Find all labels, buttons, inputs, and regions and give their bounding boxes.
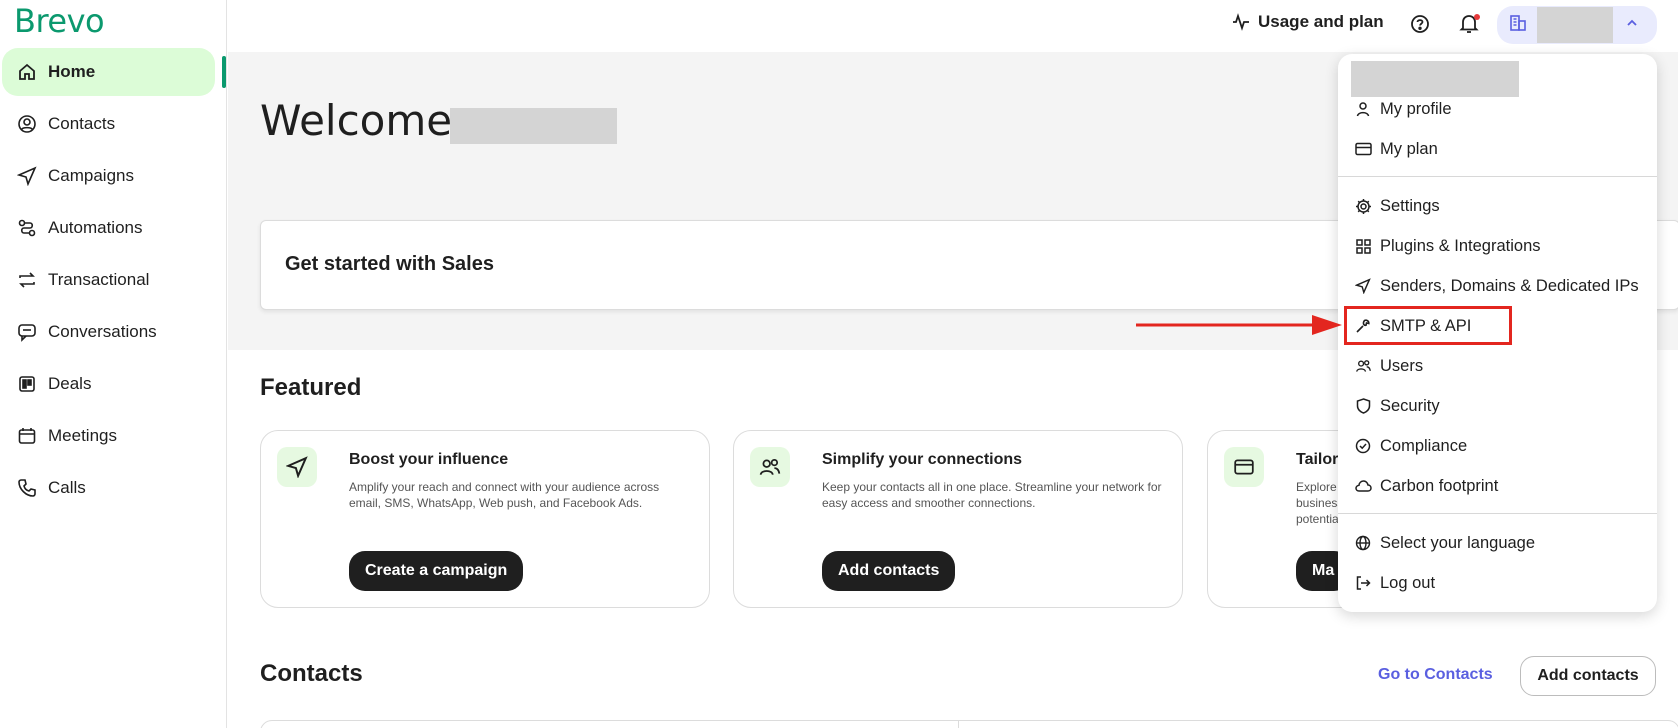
menu-item-settings[interactable]: Settings — [1354, 189, 1440, 223]
card-icon — [1224, 447, 1264, 487]
cloud-icon — [1354, 477, 1372, 495]
active-indicator — [222, 56, 226, 88]
repeat-icon — [16, 269, 38, 291]
menu-item-label: Security — [1380, 396, 1440, 415]
create-campaign-button[interactable]: Create a campaign — [349, 551, 524, 591]
sidebar-nav: Home Contacts Campaigns Automations Tran… — [0, 48, 227, 516]
featured-card-title: Tailor — [1296, 451, 1339, 468]
building-icon — [1509, 14, 1527, 37]
grid-icon — [1354, 237, 1372, 255]
contacts-heading: Contacts — [260, 660, 363, 687]
activity-icon — [1233, 13, 1249, 31]
menu-item-label: Senders, Domains & Dedicated IPs — [1380, 276, 1639, 295]
sidebar-item-meetings[interactable]: Meetings — [2, 412, 215, 460]
menu-item-plugins-integrations[interactable]: Plugins & Integrations — [1354, 229, 1541, 263]
calendar-icon — [16, 425, 38, 447]
menu-item-log-out[interactable]: Log out — [1354, 566, 1435, 600]
user-name-redacted — [450, 108, 617, 144]
menu-item-compliance[interactable]: Compliance — [1354, 429, 1467, 463]
menu-item-label: Log out — [1380, 573, 1436, 592]
sidebar-item-label: Calls — [48, 478, 86, 497]
shield-icon — [1354, 397, 1372, 415]
menu-item-label: Carbon footprint — [1380, 476, 1499, 495]
sidebar-item-label: Contacts — [48, 114, 116, 133]
chevron-up-icon — [1625, 16, 1639, 35]
send-icon — [277, 447, 317, 487]
menu-item-security[interactable]: Security — [1354, 389, 1440, 423]
send-icon — [1354, 277, 1372, 295]
contacts-card — [260, 720, 1678, 728]
menu-item-label: Settings — [1380, 196, 1440, 215]
phone-icon — [16, 477, 38, 499]
menu-item-label: Users — [1380, 356, 1424, 375]
users-icon — [750, 447, 790, 487]
globe-icon — [1354, 534, 1372, 552]
users-icon — [1354, 357, 1372, 375]
account-name-redacted — [1537, 7, 1613, 43]
sidebar-item-contacts[interactable]: Contacts — [2, 100, 215, 148]
user-icon — [1354, 100, 1372, 118]
add-contacts-button[interactable]: Add contacts — [822, 551, 956, 591]
menu-item-language[interactable]: Select your language — [1354, 526, 1535, 560]
sidebar-item-conversations[interactable]: Conversations — [2, 308, 215, 356]
sidebar-item-deals[interactable]: Deals — [2, 360, 215, 408]
menu-item-carbon-footprint[interactable]: Carbon footprint — [1354, 469, 1498, 503]
annotation-arrow-icon — [1136, 315, 1342, 335]
featured-card-campaign: Boost your influence Amplify your reach … — [260, 430, 710, 608]
usage-and-plan-button[interactable]: Usage and plan — [1232, 12, 1384, 32]
featured-card-description: Keep your contacts all in one place. Str… — [822, 480, 1162, 510]
sidebar-item-transactional[interactable]: Transactional — [2, 256, 215, 304]
sidebar-item-label: Transactional — [48, 270, 150, 289]
gear-icon — [1354, 197, 1372, 215]
menu-item-label: Compliance — [1380, 436, 1468, 455]
menu-item-senders-domains[interactable]: Senders, Domains & Dedicated IPs — [1354, 269, 1639, 303]
menu-item-label: My plan — [1380, 139, 1438, 158]
sidebar-item-campaigns[interactable]: Campaigns — [2, 152, 215, 200]
featured-card-contacts: Simplify your connections Keep your cont… — [733, 430, 1183, 608]
notification-dot — [1474, 14, 1480, 20]
get-started-title: Get started with Sales — [285, 253, 494, 275]
sidebar-item-label: Campaigns — [48, 166, 134, 185]
featured-card-title: Simplify your connections — [822, 451, 1023, 468]
sidebar-item-label: Meetings — [48, 426, 117, 445]
check-circle-icon — [1354, 437, 1372, 455]
sidebar-item-home[interactable]: Home — [2, 48, 215, 96]
sidebar-item-label: Conversations — [48, 322, 157, 341]
menu-divider — [1338, 176, 1657, 177]
home-icon — [16, 61, 38, 83]
menu-item-label: My profile — [1380, 99, 1452, 118]
menu-item-users[interactable]: Users — [1354, 349, 1423, 383]
send-icon — [16, 165, 38, 187]
sidebar-item-label: Home — [48, 62, 96, 81]
annotation-highlight-box — [1344, 306, 1512, 345]
account-menu-button[interactable] — [1497, 6, 1657, 44]
featured-card-description: Amplify your reach and connect with your… — [349, 480, 660, 510]
sidebar-item-label: Automations — [48, 218, 143, 237]
menu-item-my-plan[interactable]: My plan — [1354, 132, 1438, 166]
contacts-icon — [16, 113, 38, 135]
menu-divider — [1338, 513, 1657, 514]
welcome-heading: Welcome — [260, 96, 453, 145]
logout-icon — [1354, 574, 1372, 592]
featured-heading: Featured — [260, 374, 362, 401]
menu-item-my-profile[interactable]: My profile — [1354, 92, 1452, 126]
featured-card-title: Boost your influence — [349, 451, 509, 468]
help-icon[interactable] — [1410, 14, 1430, 39]
brevo-logo[interactable]: Brevo — [14, 2, 105, 40]
card-divider — [958, 721, 959, 728]
sidebar-item-automations[interactable]: Automations — [2, 204, 215, 252]
sidebar: Brevo Home Contacts Campaigns Automation… — [0, 0, 227, 728]
menu-item-label: Plugins & Integrations — [1380, 236, 1541, 255]
go-to-contacts-link[interactable]: Go to Contacts — [1378, 666, 1493, 684]
chat-icon — [16, 321, 38, 343]
sidebar-item-calls[interactable]: Calls — [2, 464, 215, 512]
card-icon — [1354, 140, 1372, 158]
usage-label: Usage and plan — [1258, 12, 1384, 31]
notifications-bell-icon[interactable] — [1459, 13, 1480, 40]
automation-icon — [16, 217, 38, 239]
sidebar-item-label: Deals — [48, 374, 92, 393]
kanban-icon — [16, 373, 38, 395]
add-contacts-secondary-button[interactable]: Add contacts — [1520, 656, 1656, 696]
menu-item-label: Select your language — [1380, 533, 1536, 552]
